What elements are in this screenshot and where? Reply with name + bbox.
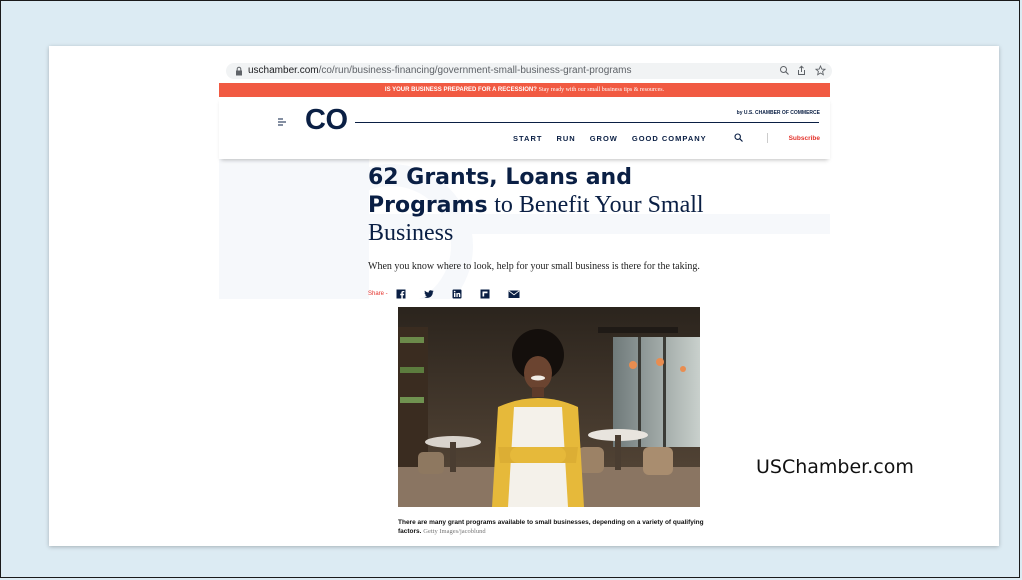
lock-icon bbox=[236, 66, 242, 76]
nav-divider bbox=[767, 133, 768, 143]
url-path: /co/run/business-financing/government-sm… bbox=[318, 65, 632, 76]
article-headline: 62 Grants, Loans and Programs to Benefit… bbox=[368, 163, 748, 247]
nav-grow[interactable]: GROW bbox=[590, 134, 618, 143]
site-logo[interactable]: CO bbox=[305, 104, 348, 137]
nav-good-company[interactable]: GOOD COMPANY bbox=[632, 134, 707, 143]
photo-caption: There are many grant programs available … bbox=[398, 518, 718, 536]
subscribe-link[interactable]: Subscribe bbox=[789, 135, 820, 142]
twitter-icon[interactable] bbox=[424, 289, 434, 299]
slide-frame: uschamber.com/co/run/business-financing/… bbox=[0, 0, 1020, 578]
flipboard-icon[interactable] bbox=[480, 289, 490, 299]
recession-banner[interactable]: IS YOUR BUSINESS PREPARED FOR A RECESSIO… bbox=[219, 83, 830, 97]
facebook-icon[interactable] bbox=[396, 289, 406, 299]
restaurant-photo-illustration bbox=[398, 307, 700, 507]
banner-rest-text: Stay ready with our small business tips … bbox=[538, 87, 665, 93]
caption-credit: Getty Images/jacoblund bbox=[423, 528, 486, 535]
nav-run[interactable]: RUN bbox=[556, 134, 575, 143]
slide-card: uschamber.com/co/run/business-financing/… bbox=[49, 46, 999, 546]
banner-bold-text: IS YOUR BUSINESS PREPARED FOR A RECESSIO… bbox=[384, 87, 537, 93]
slide-side-label: USChamber.com bbox=[756, 456, 914, 478]
hero-photo bbox=[398, 307, 700, 507]
url-text: uschamber.com/co/run/business-financing/… bbox=[248, 65, 632, 76]
site-header: CO by U.S. CHAMBER OF COMMERCE START RUN G… bbox=[219, 97, 830, 159]
url-domain: uschamber.com bbox=[248, 65, 319, 76]
bookmark-star-icon[interactable] bbox=[815, 65, 826, 76]
logo-rule bbox=[355, 122, 819, 123]
nav-start[interactable]: START bbox=[513, 134, 542, 143]
browser-address-bar[interactable]: uschamber.com/co/run/business-financing/… bbox=[226, 63, 832, 79]
zoom-icon[interactable] bbox=[779, 65, 790, 76]
share-label: Share - bbox=[368, 291, 388, 297]
linkedin-icon[interactable] bbox=[452, 289, 462, 299]
search-icon[interactable] bbox=[734, 133, 743, 142]
menu-icon[interactable] bbox=[277, 117, 287, 127]
by-chamber-label[interactable]: by U.S. CHAMBER OF COMMERCE bbox=[737, 110, 820, 116]
main-nav: START RUN GROW GOOD COMPANY bbox=[513, 134, 721, 143]
share-icon[interactable] bbox=[796, 65, 807, 76]
article-subhead: When you know where to look, help for yo… bbox=[368, 261, 700, 272]
email-icon[interactable] bbox=[508, 289, 520, 299]
